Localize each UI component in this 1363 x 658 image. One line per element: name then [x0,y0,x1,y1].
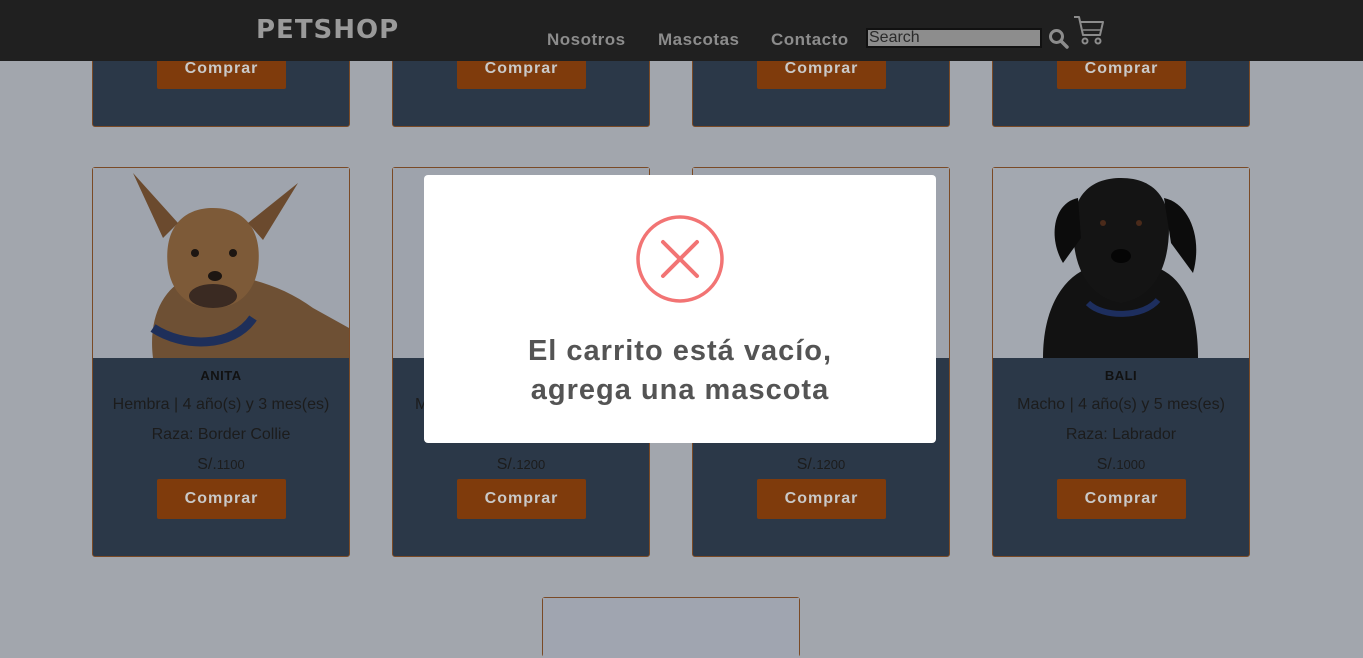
modal-title: El carrito está vacío, agrega una mascot… [424,332,936,410]
empty-cart-modal: El carrito está vacío, agrega una mascot… [424,175,936,443]
shopping-cart-icon[interactable] [1072,13,1106,47]
modal-title-line-2: agrega una mascota [530,374,830,406]
search-input[interactable] [866,28,1042,48]
modal-title-line-1: El carrito está vacío, [527,335,833,367]
search-icon[interactable] [1048,28,1070,50]
error-x-icon [635,214,725,304]
navbar: PETSHOP Nosotros Mascotas Contacto [0,0,1363,61]
nav-link-mascotas[interactable]: Mascotas [658,30,739,50]
nav-link-contacto[interactable]: Contacto [771,30,849,50]
logo[interactable]: PETSHOP [256,15,399,45]
nav-link-nosotros[interactable]: Nosotros [547,30,626,50]
